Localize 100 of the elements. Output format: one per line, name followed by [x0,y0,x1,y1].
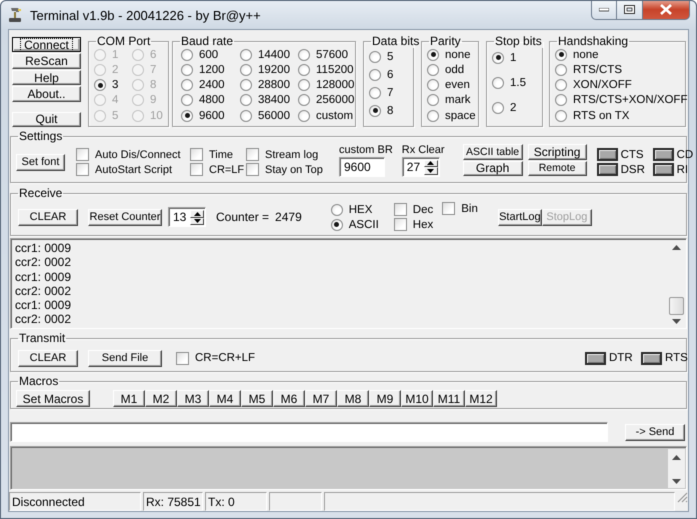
radio-button[interactable] [555,64,567,76]
radio-button[interactable] [555,48,567,60]
radio-button[interactable] [240,64,252,76]
checkbox[interactable] [246,163,259,176]
checkbox[interactable] [76,148,89,161]
checkbox[interactable] [442,202,456,215]
scroll-up-icon[interactable] [672,245,681,250]
macro-button[interactable]: M2 [145,390,177,407]
spin-down-button[interactable] [424,167,438,174]
macro-button[interactable]: M9 [369,390,401,407]
minimize-icon [599,8,609,12]
radio-button[interactable] [240,48,252,60]
radio-button[interactable] [240,79,252,92]
radio-button[interactable] [181,64,193,76]
help-button[interactable]: Help [12,70,81,86]
set-macros-button[interactable]: Set Macros [16,390,90,407]
macro-button[interactable]: M7 [305,390,337,407]
radio-button[interactable] [298,110,310,122]
resize-grip-icon[interactable] [677,492,688,503]
checkbox[interactable] [176,352,189,364]
graph-button[interactable]: Graph [462,160,523,176]
radio-button[interactable] [492,52,504,64]
checkbox-label: Hex [412,218,434,230]
checkbox[interactable] [190,148,203,161]
send-field[interactable] [10,422,608,442]
rx-clear-spin-field[interactable]: 27 [402,156,440,176]
radio-button[interactable] [555,94,567,106]
radio-button[interactable] [181,79,193,92]
set-font-button[interactable]: Set font [16,154,65,170]
radio-button[interactable] [181,48,193,60]
macro-button[interactable]: M1 [113,390,145,407]
remote-button[interactable]: Remote [528,160,587,176]
radio-button[interactable] [330,218,343,230]
checkbox[interactable] [190,163,203,176]
clear-button[interactable]: CLEAR [18,208,78,226]
radio-button[interactable] [298,64,310,76]
start-log-button[interactable]: StartLog [498,208,542,226]
counter-step-spin-field[interactable]: 13 [168,207,206,227]
checkbox[interactable] [76,163,89,176]
radio-label: 2400 [199,79,225,92]
macro-button[interactable]: M6 [273,390,305,407]
radio-button[interactable] [369,68,381,80]
scroll-down-icon[interactable] [672,479,681,484]
signal-label: RI [676,164,688,176]
radio-button[interactable] [369,104,381,116]
radio-button[interactable] [492,102,504,114]
radio-button[interactable] [298,79,310,92]
checkbox[interactable] [246,148,259,161]
macro-button[interactable]: M8 [337,390,369,407]
maximize-button[interactable] [617,1,643,20]
radio-button[interactable] [427,64,439,76]
radio-button[interactable] [427,110,439,122]
radio-button[interactable] [369,50,381,62]
radio-button[interactable] [181,110,193,122]
spin-up-button[interactable] [190,210,204,218]
scroll-down-icon[interactable] [672,319,681,324]
radio-button[interactable] [555,110,567,122]
connect-button[interactable]: Connect [12,37,81,52]
rescan-button[interactable]: ReScan [12,53,81,69]
reset-counter-button[interactable]: Reset Counter [88,208,162,226]
radio-label: 38400 [258,94,290,106]
radio-label: 6 [387,68,394,80]
radio-button[interactable] [298,94,310,106]
radio-button[interactable] [240,110,252,122]
about-button[interactable]: About.. [12,86,81,102]
send-file-button[interactable]: Send File [88,350,162,366]
radio-button[interactable] [330,204,343,216]
macro-button[interactable]: M3 [177,390,209,407]
radio-button[interactable] [492,76,504,88]
radio-button[interactable] [555,79,567,92]
minimize-button[interactable] [591,1,617,20]
scripting-button[interactable]: Scripting [528,144,587,160]
radio-button[interactable] [298,48,310,60]
macro-button[interactable]: M12 [465,390,497,407]
radio-button[interactable] [427,79,439,92]
send-button[interactable]: -> Send [625,424,685,440]
ascii-table-button[interactable]: ASCII table [462,144,523,160]
quit-button[interactable]: Quit [12,112,81,128]
scrollbar[interactable] [668,449,685,488]
close-button[interactable] [643,1,690,20]
custom-br-field[interactable]: 9600 [339,156,385,176]
scroll-up-icon[interactable] [672,455,681,460]
radio-button[interactable] [94,79,106,92]
radio-button[interactable] [427,94,439,106]
macro-button[interactable]: M5 [241,390,273,407]
macro-button[interactable]: M4 [209,390,241,407]
checkbox[interactable] [394,203,407,216]
spin-up-button[interactable] [424,160,438,167]
receive-text-area[interactable]: ccr1: 0009 ccr2: 0002 ccr1: 0009 ccr2: 0002 ccr1: 0009 ccr2: 0002 [10,238,687,329]
scroll-thumb[interactable] [669,297,684,315]
radio-button[interactable] [427,48,439,60]
macro-button[interactable]: M10 [401,390,433,407]
macro-button[interactable]: M11 [433,390,465,407]
radio-button[interactable] [369,86,381,98]
transmit-text-area[interactable] [10,446,687,490]
radio-button[interactable] [181,94,193,106]
clear-button[interactable]: CLEAR [18,350,78,366]
checkbox[interactable] [394,218,407,231]
radio-label: 10 [150,110,163,122]
radio-button[interactable] [240,94,252,106]
